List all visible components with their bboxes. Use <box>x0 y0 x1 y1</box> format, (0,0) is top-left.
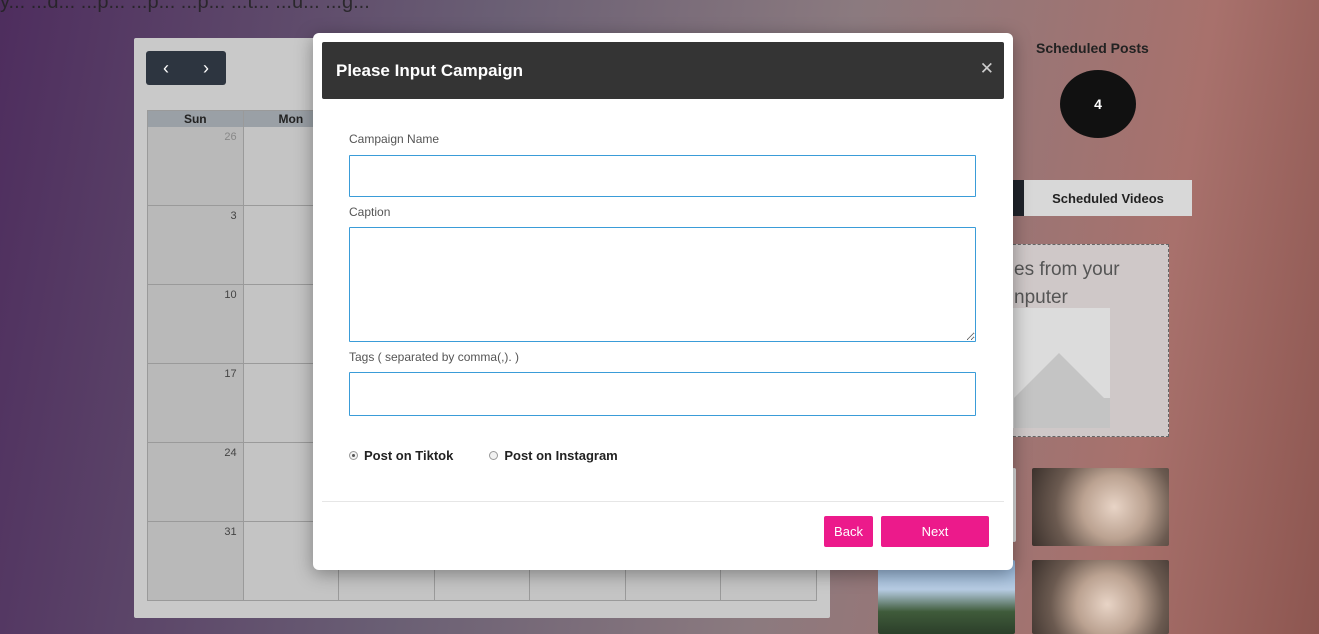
radio-instagram-label: Post on Instagram <box>504 448 618 463</box>
tags-input[interactable] <box>349 372 976 416</box>
thumbnail[interactable] <box>1032 468 1169 546</box>
caption-textarea[interactable] <box>349 227 976 342</box>
next-button[interactable]: Next <box>881 516 989 547</box>
tags-label: Tags ( separated by comma(,). ) <box>349 350 520 364</box>
background-heading: y... ...d... ...p... ...p... ...p... ...… <box>0 0 370 14</box>
thumbnail[interactable] <box>1032 560 1169 634</box>
radio-post-instagram[interactable]: Post on Instagram <box>489 448 618 463</box>
scheduled-posts-title: Scheduled Posts <box>1036 40 1149 56</box>
calendar-day[interactable]: 24 <box>148 443 244 522</box>
close-icon[interactable]: ✕ <box>980 59 994 79</box>
campaign-name-label: Campaign Name <box>349 132 440 146</box>
footer-divider <box>322 501 1004 502</box>
campaign-modal: Please Input Campaign ✕ Campaign Name Ca… <box>313 33 1013 570</box>
scheduled-posts-count: 4 <box>1060 70 1136 138</box>
campaign-name-input[interactable] <box>349 155 976 197</box>
calendar-day[interactable]: 17 <box>148 364 244 443</box>
calendar-day[interactable]: 3 <box>148 206 244 285</box>
calendar-day[interactable]: 26 <box>148 127 244 206</box>
day-header-sun: Sun <box>148 111 244 127</box>
calendar-day[interactable]: 31 <box>148 522 244 601</box>
thumbnail[interactable] <box>878 560 1015 634</box>
upload-text-line1: es from your <box>1014 259 1120 280</box>
background-heading-text: y... ...d... ...p... ...p... ...p... ...… <box>0 0 370 13</box>
back-button[interactable]: Back <box>824 516 873 547</box>
calendar-day[interactable]: 10 <box>148 285 244 364</box>
upload-text: es from your nputer <box>1014 256 1120 312</box>
chevron-right-icon[interactable]: › <box>203 58 209 79</box>
modal-title: Please Input Campaign <box>336 61 524 80</box>
chevron-left-icon[interactable]: ‹ <box>163 58 169 79</box>
radio-tiktok-label: Post on Tiktok <box>364 448 454 463</box>
image-placeholder-icon <box>1012 308 1110 428</box>
calendar-nav: ‹ › <box>146 51 226 85</box>
radio-checked-icon[interactable] <box>349 451 358 460</box>
modal-header: Please Input Campaign ✕ <box>322 42 1004 99</box>
platform-radio-group: Post on Tiktok Post on Instagram <box>349 448 654 463</box>
radio-unchecked-icon[interactable] <box>489 451 499 460</box>
tab-scheduled-videos[interactable]: Scheduled Videos <box>1024 180 1192 216</box>
caption-label: Caption <box>349 205 391 219</box>
radio-post-tiktok[interactable]: Post on Tiktok <box>349 448 453 463</box>
